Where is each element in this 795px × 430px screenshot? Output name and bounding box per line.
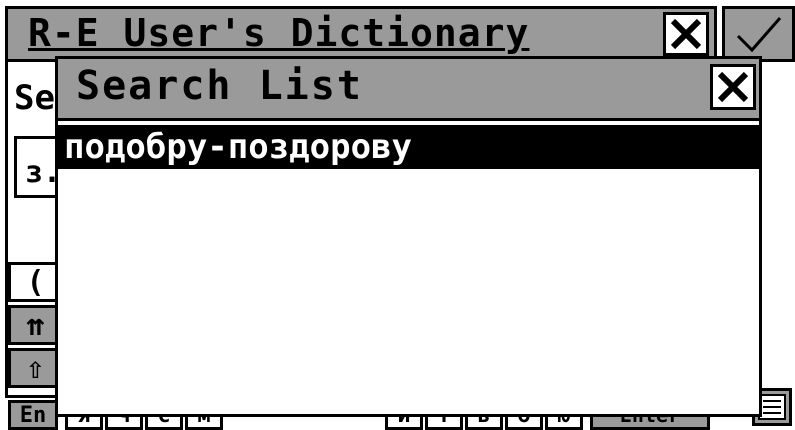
background-close-button[interactable]: [663, 12, 709, 56]
search-list-dialog: Search List подобру-поздорову: [55, 56, 762, 417]
background-window-titlebar: R-E User's Dictionary: [5, 6, 717, 62]
dialog-close-button[interactable]: [710, 64, 756, 110]
list-icon: [758, 394, 786, 420]
background-window-title: R-E User's Dictionary: [28, 11, 530, 55]
language-key[interactable]: En: [8, 400, 58, 430]
checkmark-icon: [736, 17, 781, 53]
screen: R-E User's Dictionary Se з. ( ⇈ ⇧ En я ч…: [0, 0, 795, 430]
background-search-label: Se: [14, 78, 55, 118]
close-icon: [670, 18, 702, 50]
ok-button[interactable]: [722, 6, 795, 62]
dialog-title: Search List: [76, 63, 363, 109]
close-icon: [717, 71, 749, 103]
search-results-list: подобру-поздорову: [58, 121, 759, 414]
dialog-titlebar: Search List: [58, 59, 759, 121]
list-item[interactable]: подобру-поздорову: [58, 125, 759, 169]
